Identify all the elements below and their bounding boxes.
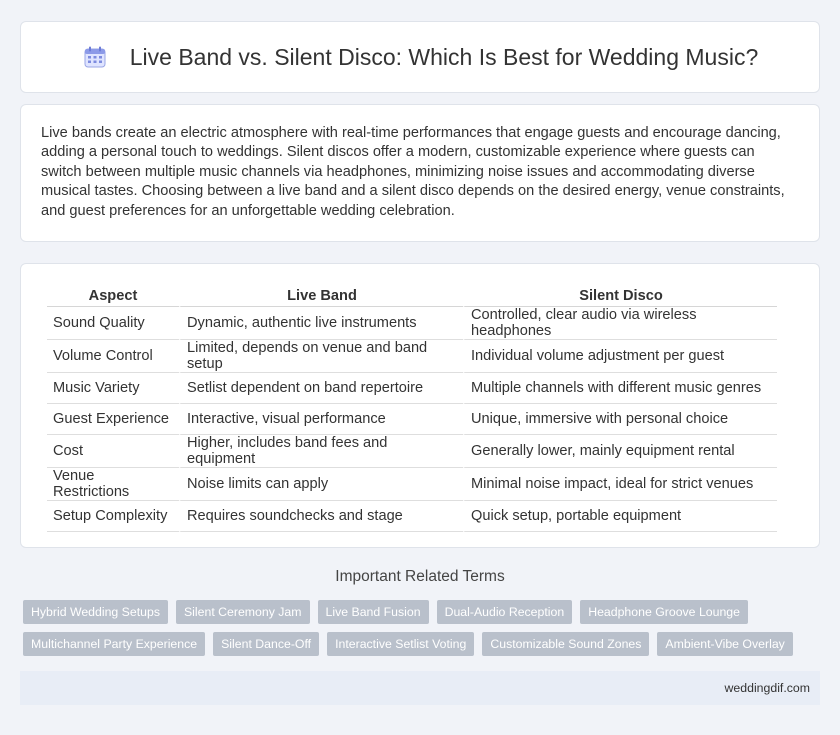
related-terms-title: Important Related Terms [335,568,505,585]
tag-live-band-fusion[interactable]: Live Band Fusion [317,600,429,624]
tag-hybrid-wedding-setups[interactable]: Hybrid Wedding Setups [23,600,168,624]
row-aspect: Sound Quality [47,307,179,340]
tag-ambient-vibe-overlay[interactable]: Ambient-Vibe Overlay [657,632,793,656]
table-row: Sound Quality Dynamic, authentic live in… [47,307,777,340]
table-row: Setup Complexity Requires soundchecks an… [47,501,777,532]
row-live-band: Requires soundchecks and stage [179,501,463,532]
row-aspect: Cost [47,435,179,468]
row-aspect: Venue Restrictions [47,468,179,501]
page-title: Live Band vs. Silent Disco: Which Is Bes… [129,43,759,70]
row-live-band: Noise limits can apply [179,468,463,501]
tag-dual-audio-reception[interactable]: Dual-Audio Reception [436,600,573,624]
related-terms-tags: Hybrid Wedding Setups Silent Ceremony Ja… [23,600,823,664]
row-silent-disco: Generally lower, mainly equipment rental [463,435,777,468]
comparison-card: Aspect Live Band Silent Disco Sound Qual… [20,263,820,548]
tag-silent-ceremony-jam[interactable]: Silent Ceremony Jam [175,600,310,624]
tag-multichannel-party-experience[interactable]: Multichannel Party Experience [23,632,206,656]
row-live-band: Setlist dependent on band repertoire [179,373,463,404]
header-aspect: Aspect [47,286,179,307]
row-aspect: Volume Control [47,340,179,373]
tag-headphone-groove-lounge[interactable]: Headphone Groove Lounge [580,600,748,624]
comparison-table: Aspect Live Band Silent Disco Sound Qual… [47,286,777,532]
table-row: Cost Higher, includes band fees and equi… [47,435,777,468]
table-row: Music Variety Setlist dependent on band … [47,373,777,404]
calendar-icon [82,44,108,70]
tag-row: Multichannel Party Experience Silent Dan… [23,632,823,656]
table-header-row: Aspect Live Band Silent Disco [47,286,777,307]
table-row: Volume Control Limited, depends on venue… [47,340,777,373]
table-row: Venue Restrictions Noise limits can appl… [47,468,777,501]
tag-row: Hybrid Wedding Setups Silent Ceremony Ja… [23,600,823,624]
row-live-band: Higher, includes band fees and equipment [179,435,463,468]
footer: weddingdif.com [20,671,820,705]
tag-interactive-setlist-voting[interactable]: Interactive Setlist Voting [327,632,475,656]
header-live-band: Live Band [179,286,463,307]
tag-silent-dance-off[interactable]: Silent Dance-Off [213,632,320,656]
row-aspect: Music Variety [47,373,179,404]
header-card: Live Band vs. Silent Disco: Which Is Bes… [20,21,820,93]
row-silent-disco: Multiple channels with different music g… [463,373,777,404]
row-silent-disco: Minimal noise impact, ideal for strict v… [463,468,777,501]
row-live-band: Interactive, visual performance [179,404,463,435]
row-silent-disco: Quick setup, portable equipment [463,501,777,532]
row-silent-disco: Individual volume adjustment per guest [463,340,777,373]
intro-text: Live bands create an electric atmosphere… [41,125,785,219]
row-silent-disco: Controlled, clear audio via wireless hea… [463,307,777,340]
row-live-band: Limited, depends on venue and band setup [179,340,463,373]
footer-site[interactable]: weddingdif.com [725,681,810,695]
row-aspect: Setup Complexity [47,501,179,532]
header-silent-disco: Silent Disco [463,286,777,307]
row-live-band: Dynamic, authentic live instruments [179,307,463,340]
row-silent-disco: Unique, immersive with personal choice [463,404,777,435]
table-row: Guest Experience Interactive, visual per… [47,404,777,435]
row-aspect: Guest Experience [47,404,179,435]
intro-card: Live bands create an electric atmosphere… [20,104,820,242]
tag-customizable-sound-zones[interactable]: Customizable Sound Zones [482,632,650,656]
